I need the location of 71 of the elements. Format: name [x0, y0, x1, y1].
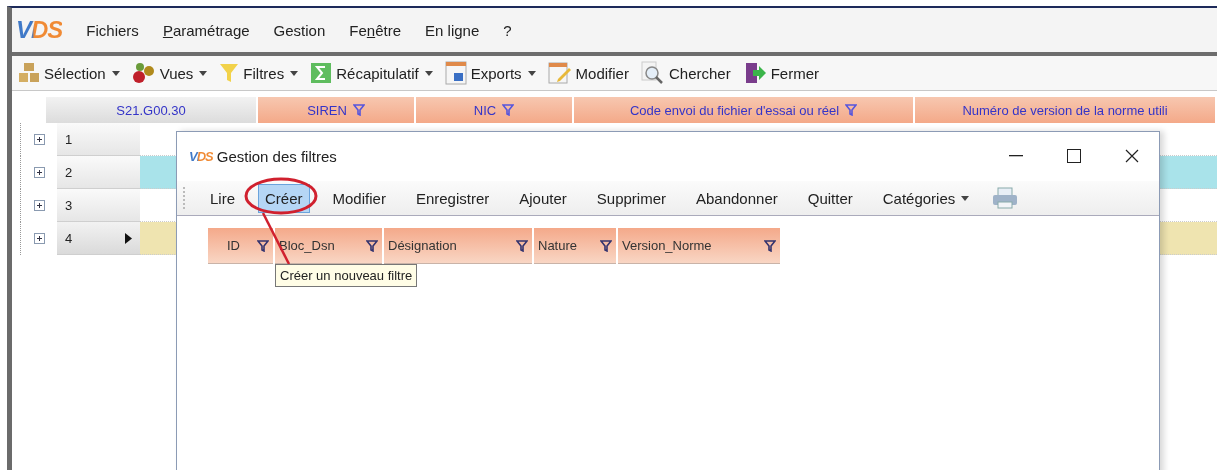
row-number: 3	[65, 197, 73, 213]
filter-icon[interactable]	[845, 104, 858, 116]
toolbar-button[interactable]: Catégories	[875, 183, 977, 213]
row-header[interactable]: 3	[57, 189, 140, 222]
filter-icon[interactable]	[502, 104, 515, 116]
funnel-icon	[219, 62, 240, 84]
row-header[interactable]: 1	[57, 123, 140, 156]
toolbar-button[interactable]: Exports	[442, 61, 538, 85]
menu-item[interactable]: ?	[503, 21, 512, 39]
menu-item[interactable]: En ligne	[425, 21, 480, 39]
column-header[interactable]: SIREN	[258, 97, 414, 123]
column-header[interactable]: ID	[208, 228, 273, 264]
filter-icon[interactable]	[352, 104, 365, 116]
toolbar-button[interactable]: Récapitulatif	[308, 62, 435, 84]
toolbar-button[interactable]: Vues	[129, 62, 210, 84]
filter-icon[interactable]	[516, 239, 528, 252]
toolbar-button[interactable]: Sélection	[16, 62, 122, 84]
expand-icon[interactable]	[33, 233, 45, 244]
menu-item[interactable]: Gestion	[273, 21, 326, 39]
toolbar-button[interactable]: Abandonner	[689, 183, 785, 213]
row-header[interactable]: 4	[57, 222, 140, 255]
row-header[interactable]: 2	[57, 156, 140, 189]
column-header[interactable]: S21.G00.30	[46, 97, 256, 123]
column-header[interactable]: Code envoi du fichier d'essai ou réel	[574, 97, 913, 123]
toolbar-button[interactable]: Chercher	[638, 61, 733, 85]
caret-icon	[199, 70, 208, 76]
toolbar-button[interactable]: Supprimer	[589, 183, 673, 213]
balls-icon	[131, 62, 156, 84]
expand-icon[interactable]	[33, 134, 45, 145]
boxes-icon	[18, 62, 40, 84]
column-header[interactable]: Numéro de version de la norme utili	[915, 97, 1215, 123]
toolbar-button[interactable]: Ajouter	[512, 183, 574, 213]
close-icon	[1125, 149, 1139, 163]
filter-icon[interactable]	[764, 239, 776, 252]
toolbar-button[interactable]: Modifier	[545, 61, 631, 85]
row-number: 2	[65, 164, 73, 180]
expand-icon[interactable]	[33, 167, 45, 178]
filter-icon[interactable]	[600, 239, 612, 252]
column-header[interactable]: Version_Norme	[618, 228, 780, 264]
column-header[interactable]: Désignation	[384, 228, 532, 264]
expand-icon[interactable]	[33, 200, 45, 211]
caret-icon	[527, 70, 536, 76]
current-row-icon	[125, 232, 132, 244]
toolbar-button[interactable]: Enregistrer	[408, 183, 497, 213]
magnifier-icon	[640, 61, 665, 85]
row-number: 1	[65, 131, 73, 147]
row-number: 4	[65, 230, 73, 246]
menu-item[interactable]: Paramétrage	[162, 21, 250, 39]
minimize-icon	[1009, 155, 1023, 157]
filter-icon[interactable]	[257, 239, 269, 252]
toolbar-button[interactable]: Modifier	[325, 183, 393, 213]
column-header[interactable]: Nature	[534, 228, 616, 264]
toolbar-button[interactable]: Quitter	[800, 183, 860, 213]
export-window-icon	[444, 61, 467, 85]
toolbar-button[interactable]: Filtres	[217, 62, 301, 84]
menu-item[interactable]: Fenêtre	[349, 21, 402, 39]
filter-icon[interactable]	[366, 239, 378, 252]
notepad-pencil-icon	[547, 61, 572, 85]
caret-icon	[111, 70, 120, 76]
caret-icon	[961, 195, 970, 201]
caret-icon	[424, 70, 433, 76]
column-header[interactable]: NIC	[416, 97, 572, 123]
toolbar-button[interactable]: Fermer	[740, 61, 821, 85]
menu-item[interactable]: Fichiers	[86, 21, 139, 39]
toolbar-button[interactable]: Lire	[203, 183, 242, 213]
maximize-icon	[1067, 149, 1081, 163]
dialog-title: Gestion des filtres	[216, 147, 338, 165]
sum-icon	[310, 62, 333, 84]
column-header[interactable]: Bloc_Dsn	[275, 228, 382, 264]
caret-icon	[290, 70, 299, 76]
tooltip: Créer un nouveau filtre	[275, 264, 418, 287]
